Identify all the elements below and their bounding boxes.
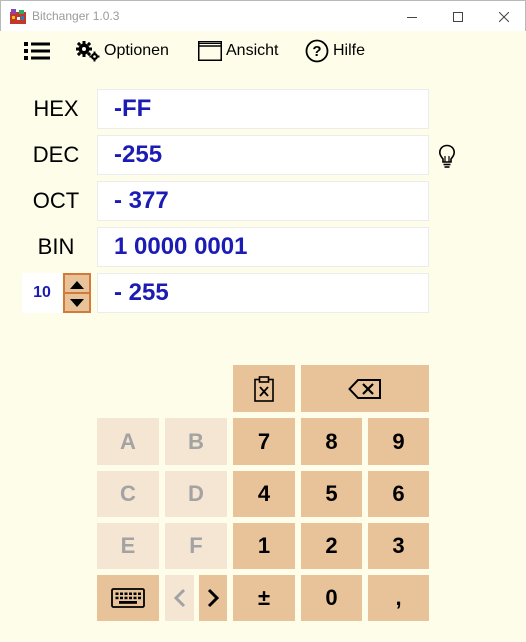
key-6[interactable]: 6 [368, 471, 429, 517]
key-f[interactable]: F [165, 523, 227, 569]
custom-base-value[interactable]: 10 [22, 273, 62, 313]
key-b[interactable]: B [165, 418, 227, 465]
backspace-icon [348, 378, 381, 399]
custom-base-field[interactable]: - 255 [97, 273, 429, 313]
key-d[interactable]: D [165, 471, 227, 517]
hex-value: -FF [114, 95, 152, 122]
list-icon [24, 42, 50, 60]
clear-clipboard-icon [254, 375, 274, 402]
key-a[interactable]: A [97, 418, 159, 465]
dec-value: -255 [114, 141, 163, 168]
menu-view[interactable]: Ansicht [198, 38, 278, 64]
lightbulb-icon[interactable] [438, 144, 456, 169]
key-7[interactable]: 7 [233, 418, 295, 465]
key-2[interactable]: 2 [301, 523, 362, 569]
base-increment-button[interactable] [65, 275, 89, 293]
help-circle-icon: ? [305, 39, 329, 63]
key-9[interactable]: 9 [368, 418, 429, 465]
close-icon [499, 11, 509, 22]
oct-value: - 377 [114, 187, 169, 214]
menu-bar: Optionen Ansicht ? Hilfe [0, 32, 526, 70]
close-button[interactable] [481, 1, 526, 32]
maximize-button[interactable] [435, 1, 481, 32]
bin-label: BIN [37, 234, 75, 259]
chevron-left-icon [173, 588, 185, 608]
keyboard-button[interactable] [97, 575, 159, 621]
key-0[interactable]: 0 [301, 575, 362, 621]
bin-field[interactable]: 1 0000 0001 [97, 227, 429, 267]
menu-options-label: Optionen [104, 42, 169, 59]
menu-help-label: Hilfe [333, 42, 366, 59]
hex-label: HEX [33, 96, 79, 121]
maximize-icon [453, 11, 463, 22]
cursor-left-button[interactable] [165, 575, 194, 621]
clear-button[interactable] [233, 365, 295, 412]
gears-icon [76, 41, 100, 62]
custom-base-field-value: - 255 [114, 279, 169, 306]
key-1[interactable]: 1 [233, 523, 295, 569]
chevron-right-icon [207, 588, 219, 608]
triangle-up-icon [70, 280, 84, 289]
keyboard-icon [111, 588, 145, 608]
oct-field[interactable]: - 377 [97, 181, 429, 221]
base-spinner [63, 273, 91, 313]
menu-view-label: Ansicht [226, 42, 279, 59]
backspace-button[interactable] [301, 365, 429, 412]
dec-field[interactable]: -255 [97, 135, 429, 175]
key-c[interactable]: C [97, 471, 159, 517]
title-bar: Bitchanger 1.0.3 [0, 0, 526, 31]
sign-toggle-button[interactable]: ± [233, 575, 295, 621]
bin-value: 1 0000 0001 [114, 233, 248, 260]
oct-label: OCT [32, 188, 80, 213]
cursor-right-button[interactable] [199, 575, 227, 621]
window-title: Bitchanger 1.0.3 [32, 9, 120, 23]
triangle-down-icon [70, 298, 84, 307]
dec-label: DEC [32, 142, 80, 167]
main-menu-button[interactable] [24, 38, 50, 64]
help-glyph: ? [312, 43, 321, 60]
menu-help[interactable]: ? Hilfe [305, 38, 365, 64]
base-decrement-button[interactable] [65, 294, 89, 312]
key-e[interactable]: E [97, 523, 159, 569]
key-5[interactable]: 5 [301, 471, 362, 517]
app-icon [10, 9, 26, 24]
minimize-icon [407, 16, 417, 18]
key-8[interactable]: 8 [301, 418, 362, 465]
menu-options[interactable]: Optionen [76, 38, 169, 64]
comma-button[interactable]: , [368, 575, 429, 621]
key-3[interactable]: 3 [368, 523, 429, 569]
minimize-button[interactable] [389, 1, 435, 32]
key-4[interactable]: 4 [233, 471, 295, 517]
window-icon [198, 41, 222, 61]
hex-field[interactable]: -FF [97, 89, 429, 129]
